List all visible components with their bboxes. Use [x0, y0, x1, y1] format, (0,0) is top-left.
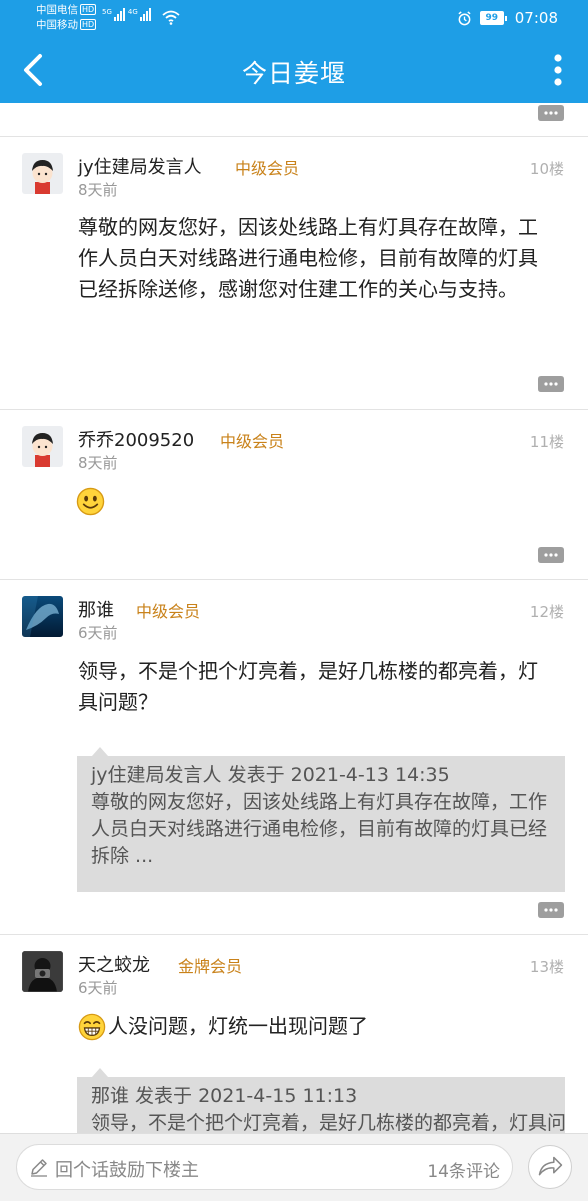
username[interactable]: jy住建局发言人 — [78, 153, 202, 179]
quoted-reply[interactable]: 那谁 发表于 2021-4-15 11:13 领导，不是个把个灯亮着，是好几栋楼… — [77, 1077, 565, 1133]
member-badge: 金牌会员 — [178, 957, 243, 976]
floor-number: 12楼 — [529, 603, 564, 621]
more-options-button[interactable] — [548, 50, 568, 90]
battery-level: 99 — [479, 11, 504, 25]
quote-header: jy住建局发言人 发表于 2021-4-13 14:35 — [91, 764, 450, 786]
signal-indicators: 5G 4G — [102, 8, 151, 21]
avatar[interactable] — [22, 951, 63, 992]
signal-4g-icon: 4G — [128, 8, 151, 21]
divider — [0, 409, 588, 410]
network-type-2: 4G — [127, 8, 138, 16]
comment-count[interactable]: 14条评论 — [427, 1157, 500, 1182]
comment-line: 人没问题，灯统一出现问题了 — [78, 1011, 548, 1042]
quote-body: 尊敬的网友您好，因该处线路上有灯具存在故障，工作人员白天对线路进行通电检修，目前… — [91, 791, 548, 867]
share-button[interactable] — [528, 1145, 572, 1189]
carrier-info: 中国电信 HD 中国移动 HD — [36, 3, 97, 33]
avatar[interactable] — [22, 426, 63, 467]
divider — [0, 136, 588, 137]
clock: 07:08 — [514, 9, 558, 27]
comment-feed[interactable]: jy住建局发言人 中级会员 8天前 10楼 尊敬的网友您好，因该处线路上有灯具存… — [0, 103, 588, 1133]
share-arrow-icon — [538, 1156, 563, 1176]
title-bar: 今日姜堰 — [0, 36, 588, 103]
floor-number: 11楼 — [529, 433, 564, 451]
post-time: 8天前 — [78, 181, 118, 199]
divider — [0, 934, 588, 935]
carrier-name-1: 中国电信 — [36, 4, 78, 16]
quote-body: 领导，不是个把个灯亮着，是好几栋楼的都亮着，灯具问题？ — [91, 1112, 565, 1133]
bottom-bar: 回个话鼓励下楼主 14条评论 — [0, 1133, 588, 1201]
comment-bubble-icon[interactable] — [538, 547, 564, 563]
comment-input-placeholder: 回个话鼓励下楼主 — [55, 1160, 199, 1181]
comment-bubble-icon[interactable] — [538, 902, 564, 918]
grin-emoji — [78, 1013, 106, 1040]
post-time: 6天前 — [78, 624, 118, 642]
comment-input[interactable]: 回个话鼓励下楼主 14条评论 — [16, 1144, 513, 1190]
floor-number: 13楼 — [529, 958, 564, 976]
quoted-reply[interactable]: jy住建局发言人 发表于 2021-4-13 14:35 尊敬的网友您好，因该处… — [77, 756, 565, 892]
more-vertical-icon — [554, 54, 562, 86]
carrier-name-2: 中国移动 — [36, 19, 78, 31]
hd-badge-2: HD — [80, 19, 97, 30]
username[interactable]: 天之蛟龙 — [78, 951, 150, 977]
username[interactable]: 那谁 — [78, 596, 114, 622]
comment-bubble-icon[interactable] — [538, 105, 564, 121]
signal-5g-icon: 5G — [102, 8, 125, 21]
avatar[interactable] — [22, 153, 63, 194]
comment-bubble-icon[interactable] — [538, 376, 564, 392]
floor-number: 10楼 — [529, 160, 564, 178]
post-time: 8天前 — [78, 454, 118, 472]
member-badge: 中级会员 — [220, 432, 285, 451]
avatar[interactable] — [22, 596, 63, 637]
smile-emoji — [76, 487, 105, 516]
status-bar: 中国电信 HD 中国移动 HD 5G 4G 99 07:08 — [0, 0, 588, 36]
comment-text: 尊敬的网友您好，因该处线路上有灯具存在故障，工作人员白天对线路进行通电检修，目前… — [78, 215, 538, 301]
hd-badge-1: HD — [80, 4, 97, 15]
username[interactable]: 乔乔2009520 — [78, 426, 194, 452]
member-badge: 中级会员 — [235, 159, 300, 178]
member-badge: 中级会员 — [136, 602, 201, 621]
network-type-1: 5G — [102, 8, 112, 16]
status-right: 99 07:08 — [457, 9, 558, 27]
page-title: 今日姜堰 — [241, 59, 346, 88]
battery-icon: 99 — [479, 11, 507, 25]
alarm-icon — [458, 10, 471, 25]
comment-text: 人没问题，灯统一出现问题了 — [108, 1014, 368, 1038]
comment-text: 领导，不是个把个灯亮着，是好几栋楼的都亮着，灯具问题？ — [78, 659, 538, 714]
wifi-icon — [162, 10, 180, 25]
divider — [0, 579, 588, 580]
pencil-icon — [31, 1159, 47, 1177]
post-time: 6天前 — [78, 979, 118, 997]
quote-header: 那谁 发表于 2021-4-15 11:13 — [91, 1085, 358, 1107]
